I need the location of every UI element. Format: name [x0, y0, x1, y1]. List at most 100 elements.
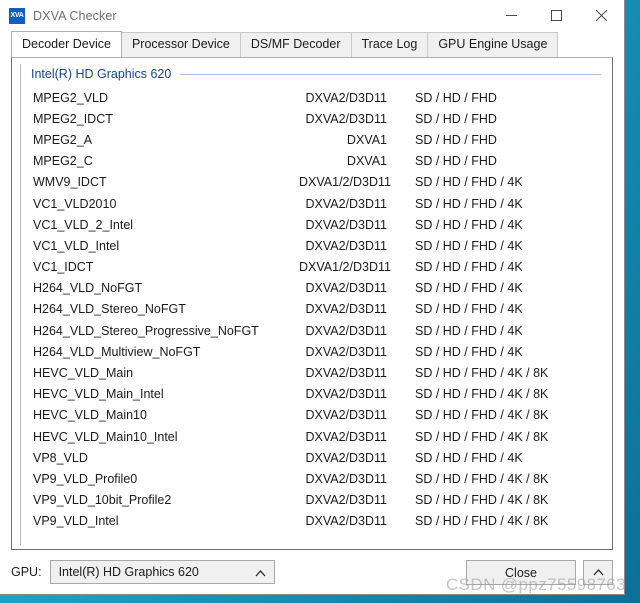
- decoder-api: DXVA1: [346, 154, 387, 169]
- decoder-resolutions: SD / HD / FHD / 4K: [415, 302, 523, 317]
- decoder-name: VP9_VLD_Profile0: [33, 471, 138, 486]
- decoder-resolutions: SD / HD / FHD / 4K / 8K: [415, 408, 549, 423]
- decoder-row[interactable]: VC1_VLD_2_Intel DXVA2/D3D11 SD / HD / FHD …: [33, 214, 601, 235]
- decoder-resolutions: SD / HD / FHD: [415, 90, 497, 105]
- tab-decoder-device[interactable]: Decoder Device: [11, 31, 122, 57]
- decoder-name: VC1_IDCT: [33, 260, 94, 275]
- decoder-row[interactable]: MPEG2_VLD DXVA2/D3D11 SD / HD / FHD: [33, 87, 601, 108]
- maximize-button[interactable]: [534, 0, 579, 31]
- device-group-header: Intel(R) HD Graphics 620: [21, 64, 603, 84]
- decoder-resolutions: SD / HD / FHD / 4K / 8K: [415, 471, 549, 486]
- decoder-row[interactable]: VC1_VLD_Intel DXVA2/D3D11 SD / HD / FHD / …: [33, 235, 601, 256]
- minimize-button[interactable]: [489, 0, 534, 31]
- title-bar: XVA DXVA Checker: [0, 0, 624, 31]
- expand-button[interactable]: [583, 560, 613, 585]
- decoder-row[interactable]: VP8_VLD DXVA2/D3D11 SD / HD / FHD / 4K: [33, 447, 601, 468]
- decoder-row[interactable]: VP9_VLD_Intel DXVA2/D3D11 SD / HD / FHD / …: [33, 511, 601, 532]
- decoder-resolutions: SD / HD / FHD / 4K: [415, 450, 523, 465]
- decoder-api: DXVA2/D3D11: [305, 493, 387, 508]
- dxva-checker-window: XVA DXVA Checker Decoder Device Processo…: [0, 0, 625, 595]
- decoder-api: DXVA1: [346, 132, 387, 147]
- decoder-name: VC1_VLD2010: [33, 196, 117, 211]
- decoder-name: WMV9_IDCT: [33, 175, 107, 190]
- decoder-api: DXVA2/D3D11: [305, 217, 387, 232]
- maximize-icon: [551, 10, 562, 21]
- app-icon: XVA: [9, 7, 25, 24]
- decoder-row[interactable]: MPEG2_IDCT DXVA2/D3D11 SD / HD / FHD: [33, 108, 601, 129]
- decoder-resolutions: SD / HD / FHD / 4K / 8K: [415, 387, 549, 402]
- decoder-name: HEVC_VLD_Main_Intel: [33, 387, 164, 402]
- group-divider: [180, 73, 601, 75]
- decoder-row[interactable]: HEVC_VLD_Main10_Intel DXVA2/D3D11 SD / HD …: [33, 426, 601, 447]
- decoder-row[interactable]: VP9_VLD_10bit_Profile2 DXVA2/D3D11 SD / HD…: [33, 490, 601, 511]
- decoder-row[interactable]: HEVC_VLD_Main10 DXVA2/D3D11 SD / HD / FHD …: [33, 405, 601, 426]
- decoder-api: DXVA2/D3D11: [305, 90, 387, 105]
- decoder-name: VC1_VLD_Intel: [33, 238, 120, 253]
- tab-gpu-engine-usage[interactable]: GPU Engine Usage: [427, 32, 559, 57]
- decoder-row[interactable]: H264_VLD_NoFGT DXVA2/D3D11 SD / HD / FHD /…: [33, 278, 601, 299]
- window-controls: [489, 0, 624, 31]
- tab-strip: Decoder Device Processor Device DS/MF Deco…: [0, 31, 624, 57]
- decoder-row[interactable]: HEVC_VLD_Main_Intel DXVA2/D3D11 SD / HD / …: [33, 384, 601, 405]
- tab-ds-mf-decoder[interactable]: DS/MF Decoder: [239, 32, 352, 57]
- decoder-name: MPEG2_C: [33, 154, 93, 169]
- window-title: DXVA Checker: [33, 8, 117, 23]
- decoder-name: MPEG2_A: [33, 132, 93, 147]
- decoder-row[interactable]: H264_VLD_Stereo_Progressive_NoFGT DXVA2/D…: [33, 320, 601, 341]
- decoder-row[interactable]: H264_VLD_Stereo_NoFGT DXVA2/D3D11 SD / HD …: [33, 299, 601, 320]
- close-dialog-button[interactable]: Close: [466, 560, 576, 585]
- decoder-row[interactable]: VC1_VLD2010 DXVA2/D3D11 SD / HD / FHD / 4K: [33, 193, 601, 214]
- decoder-row[interactable]: H264_VLD_Multiview_NoFGT DXVA2/D3D11 SD / …: [33, 341, 601, 362]
- tab-trace-log[interactable]: Trace Log: [350, 32, 429, 57]
- decoder-name: H264_VLD_NoFGT: [33, 281, 143, 296]
- decoder-api: DXVA2/D3D11: [305, 366, 387, 381]
- decoder-resolutions: SD / HD / FHD / 4K / 8K: [415, 429, 549, 444]
- gpu-select-value: Intel(R) HD Graphics 620: [58, 565, 199, 579]
- decoder-api: DXVA2/D3D11: [305, 344, 387, 359]
- decoder-row[interactable]: MPEG2_C DXVA1 SD / HD / FHD: [33, 151, 601, 172]
- decoder-name: MPEG2_VLD: [33, 90, 109, 105]
- decoder-api: DXVA2/D3D11: [305, 471, 387, 486]
- decoder-name: H264_VLD_Stereo_Progressive_NoFGT: [33, 323, 259, 338]
- decoder-api: DXVA2/D3D11: [305, 450, 387, 465]
- decoder-row[interactable]: HEVC_VLD_Main DXVA2/D3D11 SD / HD / FHD / …: [33, 362, 601, 383]
- decoder-row[interactable]: VP9_VLD_Profile0 DXVA2/D3D11 SD / HD / FHD…: [33, 468, 601, 489]
- close-button[interactable]: [579, 0, 624, 31]
- decoder-row[interactable]: WMV9_IDCT DXVA1/2/D3D11 SD / HD / FHD / 4K: [33, 172, 601, 193]
- decoder-name: HEVC_VLD_Main: [33, 366, 134, 381]
- decoder-name: HEVC_VLD_Main10_Intel: [33, 429, 178, 444]
- decoder-api: DXVA2/D3D11: [305, 514, 387, 529]
- bottom-bar: GPU: Intel(R) HD Graphics 620 Close: [0, 550, 624, 594]
- device-group-box: Intel(R) HD Graphics 620 MPEG2_VLD DXVA2/…: [20, 64, 603, 545]
- decoder-resolutions: SD / HD / FHD / 4K / 8K: [415, 514, 549, 529]
- decoder-resolutions: SD / HD / FHD / 4K: [415, 323, 523, 338]
- decoder-resolutions: SD / HD / FHD / 4K / 8K: [415, 366, 549, 381]
- decoder-name: VC1_VLD_2_Intel: [33, 217, 134, 232]
- decoder-resolutions: SD / HD / FHD / 4K: [415, 238, 523, 253]
- decoder-list: MPEG2_VLD DXVA2/D3D11 SD / HD / FHD MPEG2_I…: [21, 87, 603, 532]
- decoder-row[interactable]: VC1_IDCT DXVA1/2/D3D11 SD / HD / FHD / 4K: [33, 257, 601, 278]
- decoder-resolutions: SD / HD / FHD / 4K: [415, 260, 523, 275]
- decoder-api: DXVA2/D3D11: [305, 429, 387, 444]
- chevron-up-icon: [255, 561, 266, 585]
- chevron-up-icon: [593, 569, 603, 576]
- decoder-api: DXVA2/D3D11: [305, 387, 387, 402]
- decoder-resolutions: SD / HD / FHD / 4K: [415, 217, 523, 232]
- decoder-name: H264_VLD_Stereo_NoFGT: [33, 302, 186, 317]
- minimize-icon: [506, 15, 517, 16]
- close-icon: [596, 10, 607, 21]
- decoder-resolutions: SD / HD / FHD: [415, 132, 497, 147]
- decoder-row[interactable]: MPEG2_A DXVA1 SD / HD / FHD: [33, 129, 601, 150]
- decoder-api: DXVA1/2/D3D11: [299, 175, 391, 190]
- decoder-name: VP8_VLD: [33, 450, 88, 465]
- device-group-title: Intel(R) HD Graphics 620: [31, 67, 172, 81]
- decoder-resolutions: SD / HD / FHD / 4K: [415, 196, 523, 211]
- decoder-api: DXVA2/D3D11: [305, 281, 387, 296]
- tab-processor-device[interactable]: Processor Device: [120, 32, 241, 57]
- decoder-resolutions: SD / HD / FHD / 4K: [415, 344, 523, 359]
- decoder-api: DXVA2/D3D11: [305, 302, 387, 317]
- decoder-resolutions: SD / HD / FHD: [415, 154, 497, 169]
- decoder-api: DXVA2/D3D11: [305, 323, 387, 338]
- decoder-name: VP9_VLD_Intel: [33, 514, 119, 529]
- gpu-select[interactable]: Intel(R) HD Graphics 620: [49, 560, 275, 585]
